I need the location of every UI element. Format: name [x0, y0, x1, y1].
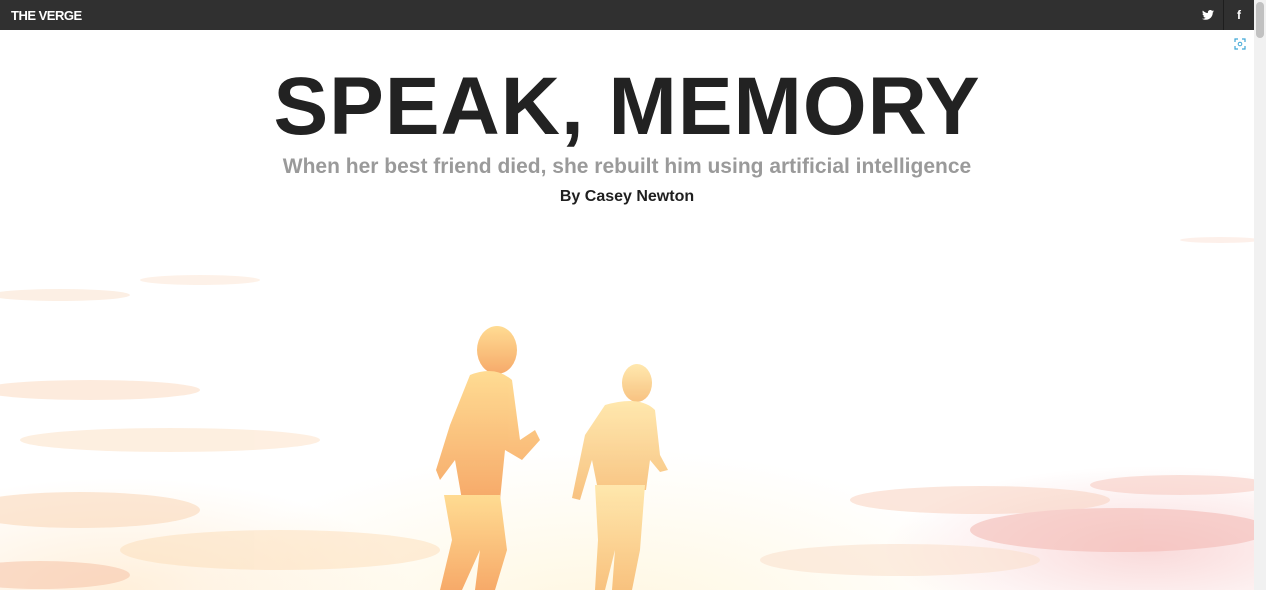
- top-navigation-bar: THE VERGE f: [0, 0, 1266, 30]
- scrollbar-thumb[interactable]: [1256, 2, 1264, 38]
- runner-left: [436, 326, 540, 590]
- article-subhead: When her best friend died, she rebuilt h…: [282, 155, 972, 178]
- page-scrollbar[interactable]: [1254, 0, 1266, 590]
- facebook-share-button[interactable]: f: [1223, 0, 1254, 30]
- article-byline[interactable]: By Casey Newton: [0, 186, 1254, 208]
- article-headline: SPEAK, MEMORY: [273, 61, 981, 152]
- article-title-block: SPEAK, MEMORY When her best friend died,…: [0, 30, 1254, 208]
- facebook-icon: f: [1237, 8, 1241, 22]
- twitter-share-button[interactable]: [1193, 0, 1223, 30]
- social-share-buttons: f: [1193, 0, 1254, 30]
- the-verge-logo[interactable]: THE VERGE: [11, 9, 82, 22]
- expand-icon[interactable]: [1234, 38, 1246, 50]
- twitter-icon: [1202, 10, 1214, 20]
- runner-right: [572, 364, 668, 590]
